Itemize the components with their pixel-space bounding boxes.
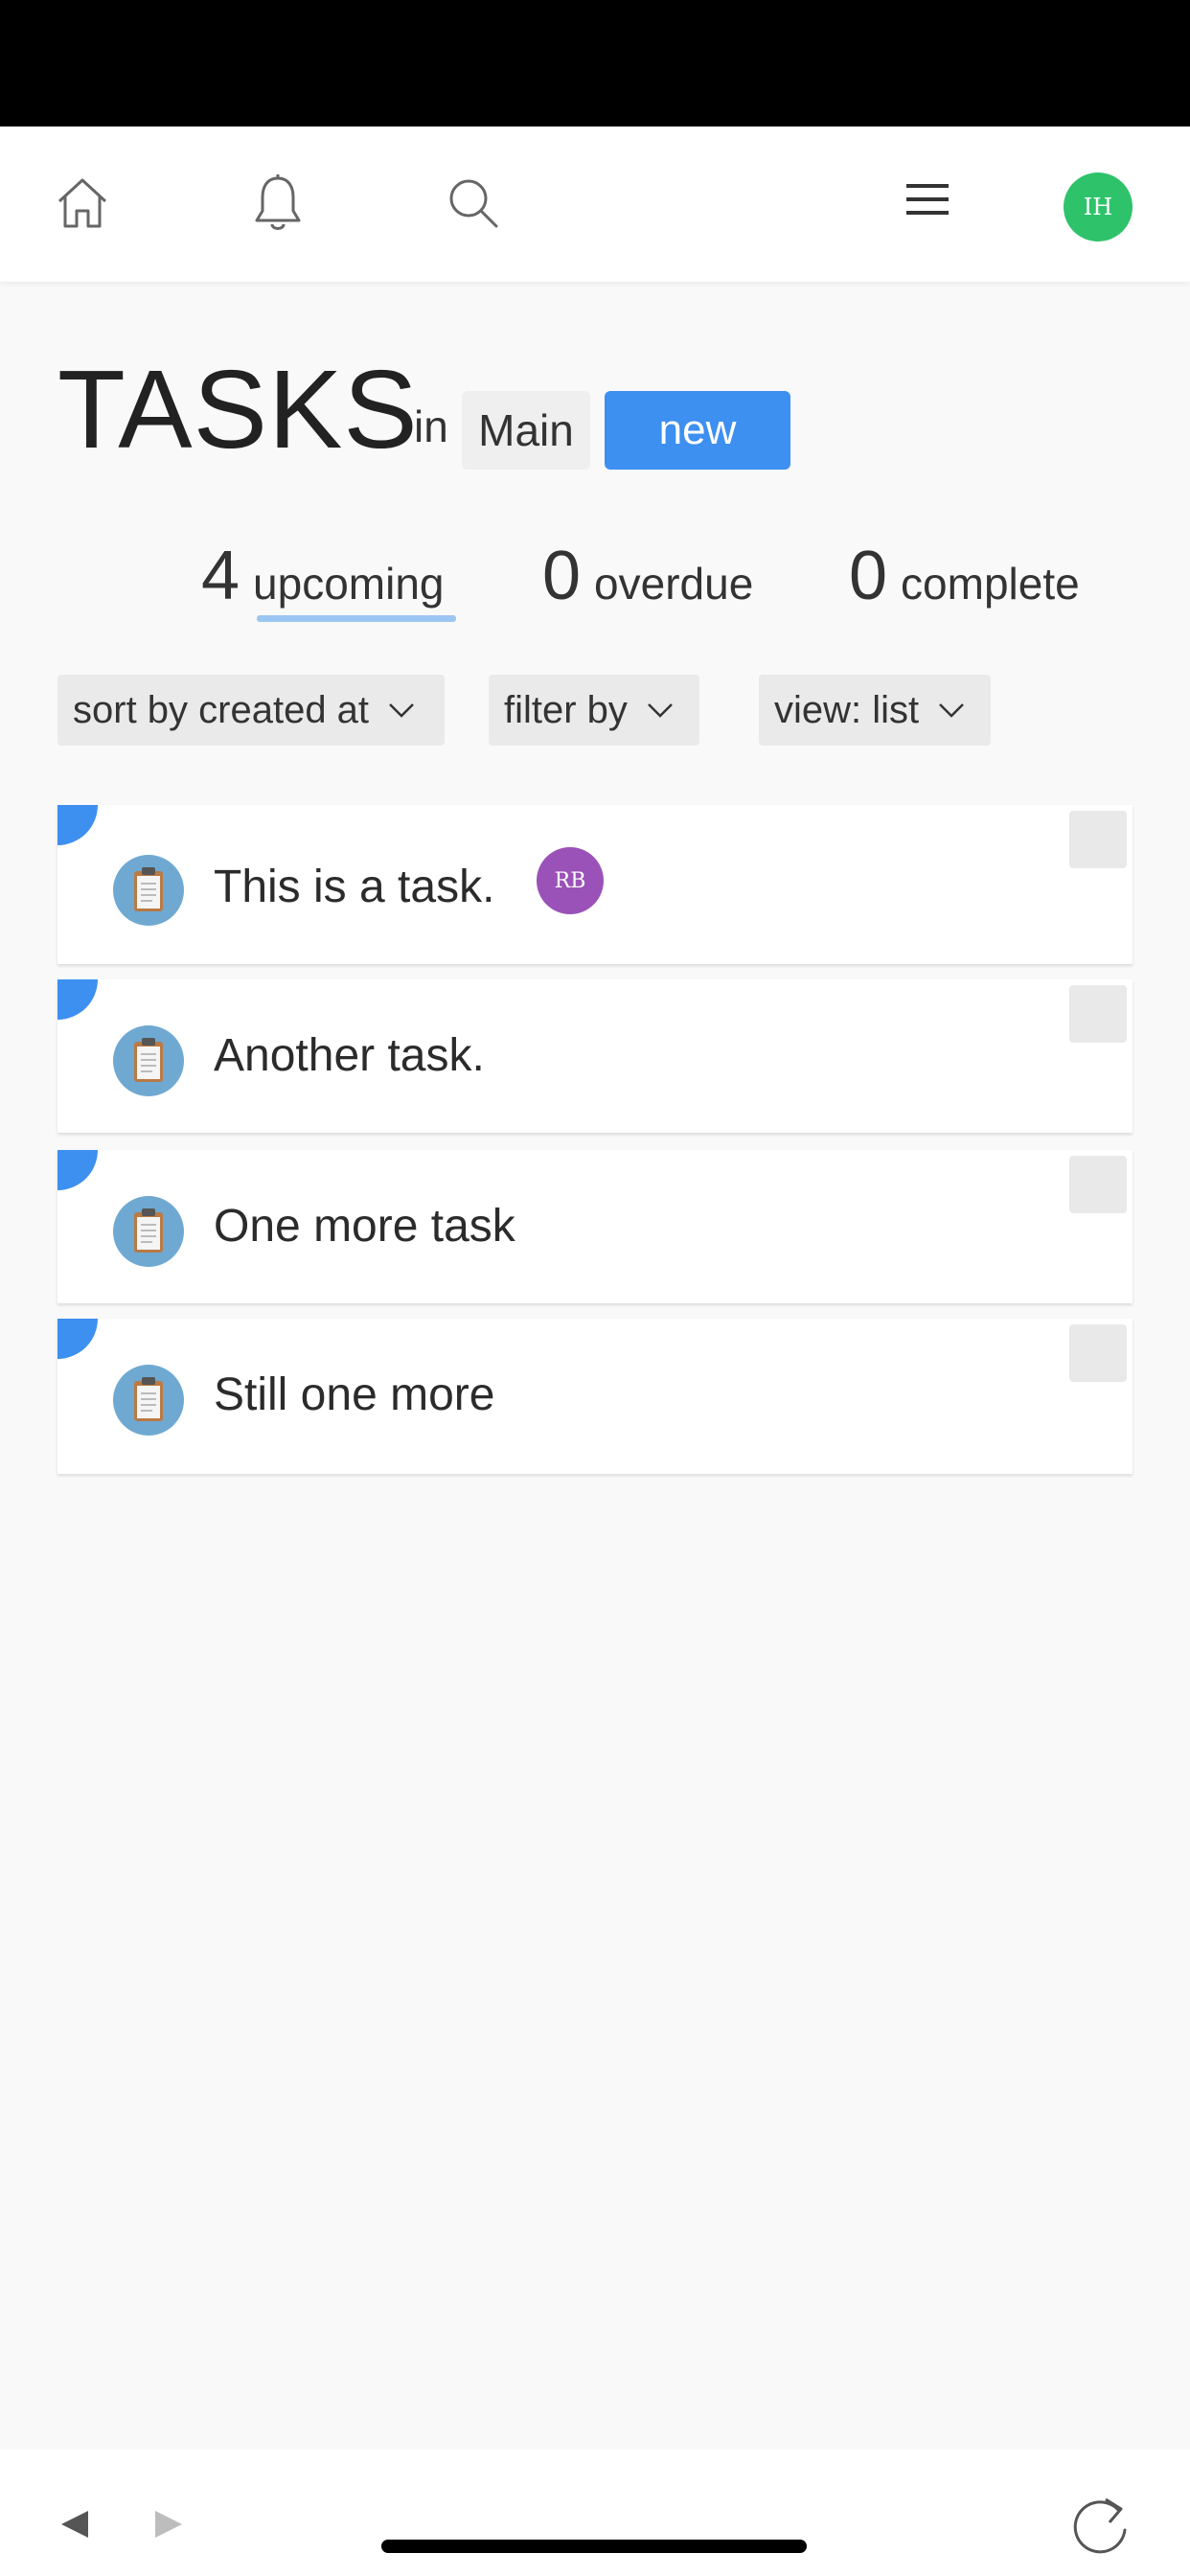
stat-count: 4 — [201, 538, 240, 614]
in-label: in — [414, 402, 448, 451]
stat-complete-tab[interactable]: 0 complete — [849, 537, 1080, 615]
menu-icon — [906, 184, 949, 215]
task-card[interactable]: This is a task. RB — [57, 805, 1133, 964]
filter-label: filter by — [504, 688, 628, 731]
task-card[interactable]: Another task. — [57, 979, 1133, 1133]
forward-arrow-icon[interactable] — [151, 2507, 186, 2542]
stat-count: 0 — [849, 538, 888, 614]
home-indicator — [381, 2540, 807, 2553]
priority-corner-tag — [57, 805, 98, 845]
stat-upcoming-tab[interactable]: 4 upcoming — [201, 537, 445, 615]
chevron-down-icon — [389, 703, 414, 718]
notifications-button[interactable] — [240, 165, 316, 242]
task-title: One more task — [214, 1201, 515, 1252]
clipboard-icon — [113, 1025, 184, 1096]
workspace-selector[interactable]: Main — [462, 391, 590, 470]
active-tab-underline — [257, 615, 456, 622]
chevron-down-icon — [939, 703, 965, 718]
stat-label: overdue — [594, 559, 754, 609]
task-card[interactable]: Still one more — [57, 1319, 1133, 1474]
priority-corner-tag — [57, 979, 98, 1020]
status-bar — [0, 0, 1190, 126]
sort-label: sort by created at — [73, 688, 370, 731]
view-dropdown[interactable]: view: list — [759, 675, 991, 746]
assignee-avatar[interactable]: RB — [537, 847, 604, 914]
priority-corner-tag — [57, 1150, 98, 1190]
task-title: This is a task. — [214, 862, 495, 912]
top-nav: IH — [0, 126, 1190, 282]
user-avatar[interactable]: IH — [1064, 172, 1133, 242]
task-checkbox[interactable] — [1069, 811, 1127, 868]
search-button[interactable] — [435, 165, 512, 242]
stat-label: complete — [901, 559, 1080, 609]
clipboard-icon — [113, 1365, 184, 1436]
browser-bottom-bar — [0, 2450, 1190, 2576]
task-title: Still one more — [214, 1369, 495, 1420]
task-title: Another task. — [214, 1030, 485, 1081]
menu-button[interactable] — [889, 161, 966, 238]
stat-label: upcoming — [253, 559, 445, 609]
priority-corner-tag — [57, 1319, 98, 1359]
task-checkbox[interactable] — [1069, 1324, 1127, 1382]
sort-dropdown[interactable]: sort by created at — [57, 675, 445, 746]
filter-dropdown[interactable]: filter by — [489, 675, 699, 746]
clipboard-icon — [113, 855, 184, 926]
reload-icon[interactable] — [1067, 2488, 1134, 2561]
task-checkbox[interactable] — [1069, 1156, 1127, 1213]
home-icon — [57, 178, 107, 228]
stat-count: 0 — [542, 538, 582, 614]
clipboard-icon — [113, 1196, 184, 1267]
home-button[interactable] — [44, 165, 121, 242]
new-task-button[interactable]: new — [605, 391, 790, 470]
stat-overdue-tab[interactable]: 0 overdue — [542, 537, 753, 615]
bell-icon — [255, 174, 301, 230]
task-card[interactable]: One more task — [57, 1150, 1133, 1303]
view-label: view: list — [774, 688, 920, 731]
task-checkbox[interactable] — [1069, 985, 1127, 1043]
back-arrow-icon[interactable] — [57, 2507, 92, 2542]
search-icon — [449, 179, 498, 228]
page-title: TASKS — [57, 347, 419, 472]
chevron-down-icon — [648, 703, 673, 718]
